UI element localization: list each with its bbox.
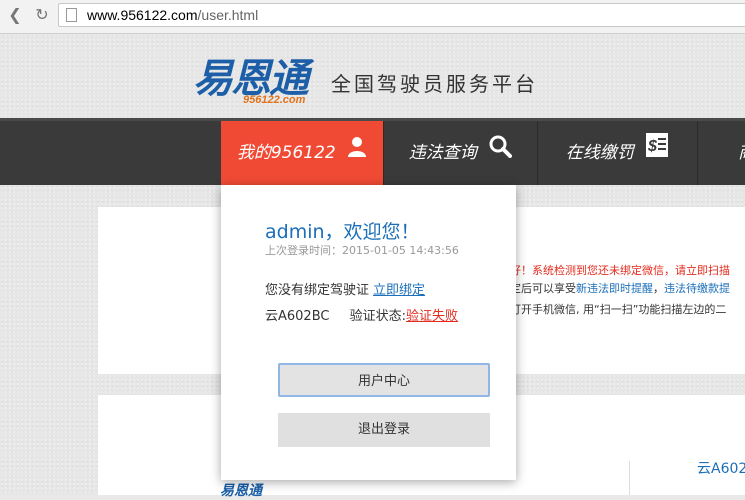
site-slogan: 全国驾驶员服务平台 xyxy=(331,72,538,96)
wechat-notice: 好！系统检测到您还未绑定微信，请立即扫描 xyxy=(510,264,730,277)
logout-button[interactable]: 退出登录 xyxy=(278,413,490,447)
notice-separator: ， xyxy=(653,282,664,295)
user-center-button[interactable]: 用户中心 xyxy=(278,363,490,397)
nav-item-label: 我的956122 xyxy=(236,143,336,163)
last-login-time: 上次登录时间：2015-01-05 14:43:56 xyxy=(265,244,459,257)
nav-item-label: 商 xyxy=(738,143,745,163)
url-path: /user.html xyxy=(197,7,259,23)
user-icon xyxy=(347,121,367,185)
notice-benefits: 定后可以享受新违法即时提醒，违法待缴款提 xyxy=(510,280,730,296)
reload-icon[interactable]: ↻ xyxy=(33,6,51,24)
nav-item-online-payment[interactable]: 在线缴罚 $ xyxy=(537,121,697,185)
browser-toolbar: ❮ ↻ www.956122.com/user.html xyxy=(0,0,745,34)
plate-number: 云A602BC xyxy=(265,309,330,324)
divider xyxy=(629,461,630,495)
logo-domain: 956122.com xyxy=(243,94,306,106)
bill-icon: $ xyxy=(645,121,669,185)
notice-highlight: 违法待缴款提 xyxy=(664,282,730,295)
nav-item-label: 在线缴罚 xyxy=(565,143,634,163)
svg-text:$: $ xyxy=(647,138,658,155)
no-license-text: 您没有绑定驾驶证 xyxy=(265,283,370,298)
verify-label: 验证状态: xyxy=(349,309,407,324)
url-host: www.956122.com xyxy=(87,7,198,23)
site-logo[interactable]: 易恩通 956122.com 全国驾驶员服务平台 xyxy=(193,46,573,116)
address-bar[interactable]: www.956122.com/user.html xyxy=(58,3,745,27)
welcome-message: admin，欢迎您！ xyxy=(265,221,420,243)
main-nav: 我的956122 违法查询 在线缴罚 $ 商 xyxy=(0,118,745,185)
nav-item-label: 违法查询 xyxy=(408,143,477,163)
lower-plate-text: 云A602 xyxy=(697,461,745,477)
verify-status-link[interactable]: 验证失败 xyxy=(406,309,458,324)
nav-item-my-account[interactable]: 我的956122 xyxy=(221,121,383,185)
license-status: 您没有绑定驾驶证 立即绑定 xyxy=(265,279,425,298)
nav-item-violation-query[interactable]: 违法查询 xyxy=(383,121,537,185)
nav-item-more[interactable]: 商 xyxy=(697,121,745,185)
lower-logo: 易恩通 xyxy=(220,483,262,499)
notice-instruction: 打开手机微信, 用“扫一扫”功能扫描左边的二 xyxy=(510,303,727,316)
back-arrow-icon[interactable]: ❮ xyxy=(6,6,24,24)
notice-text: 定后可以享受 xyxy=(510,282,576,295)
page-icon xyxy=(66,8,77,22)
notice-highlight: 新违法即时提醒 xyxy=(576,282,653,295)
url-text: www.956122.com/user.html xyxy=(87,7,258,23)
bind-now-link[interactable]: 立即绑定 xyxy=(373,283,425,298)
plate-status: 云A602BC 验证状态:验证失败 xyxy=(265,305,458,324)
search-icon xyxy=(488,121,513,185)
account-dropdown: admin，欢迎您！ 上次登录时间：2015-01-05 14:43:56 您没… xyxy=(221,185,516,480)
